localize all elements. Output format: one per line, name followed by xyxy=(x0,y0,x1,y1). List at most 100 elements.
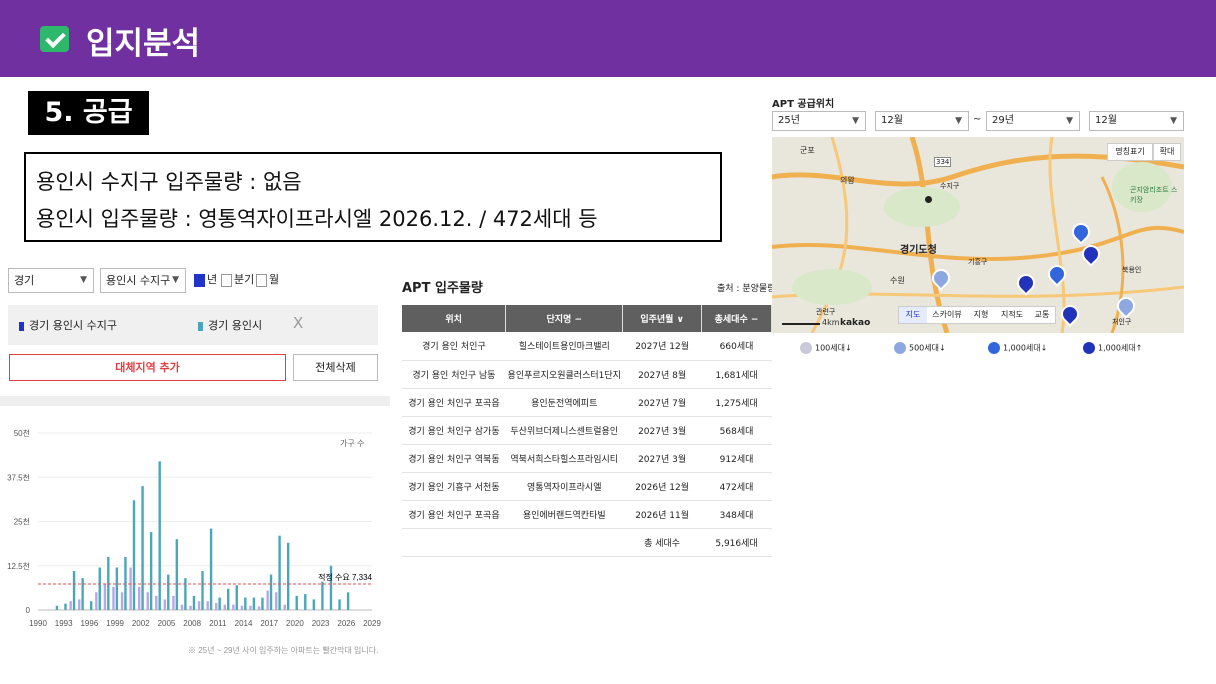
add-region-button[interactable]: 대체지역 추가 xyxy=(9,354,286,381)
table-row[interactable]: 경기 용인 처인구 역북동 역북서희스타힐스프라임시티 2027년 3월 912세대 xyxy=(402,444,772,473)
dropdown-arrow-icon: ▼ xyxy=(955,116,962,126)
legend-item-1000-more: 1,000세대↑ xyxy=(1083,342,1142,354)
to-month-select[interactable]: 12월 ▼ xyxy=(1089,111,1184,131)
bar xyxy=(249,605,252,610)
bar xyxy=(235,585,238,610)
bar xyxy=(172,595,175,610)
map-label-gov: 경기도청 xyxy=(900,245,937,256)
col-location[interactable]: 위치 xyxy=(402,305,507,332)
map-tab-terrain[interactable]: 지형 xyxy=(967,307,995,323)
to-year-select[interactable]: 29년 ▼ xyxy=(986,111,1080,131)
remove-tag-icon[interactable]: X xyxy=(293,314,303,332)
summary-line-2: 용인시 입주물량 : 영통역자이프라시엘 2026.12. / 472세대 등 xyxy=(36,207,598,231)
table-row[interactable]: 경기 용인 처인구 포곡읍 용인에버랜드역칸타빌 2026년 11월 348세대 xyxy=(402,500,772,529)
header-bar: 입지분석 xyxy=(0,0,1216,77)
table-cell: 용인푸르지오원클러스터1단지 xyxy=(505,360,623,389)
table-row[interactable]: 경기 용인 처인구 삼가동 두산위브더제니스센트럴용인 2027년 3월 568세대 xyxy=(402,416,772,445)
reference-label: 적정 수요 7,334 xyxy=(318,572,372,582)
region-select[interactable]: 경기 ▼ xyxy=(8,268,94,293)
table-cell xyxy=(505,528,623,557)
bar xyxy=(261,597,264,610)
table-cell: 2027년 8월 xyxy=(622,360,702,389)
x-tick-label: 2023 xyxy=(312,619,330,628)
y-tick-label: 37.5천 xyxy=(7,472,30,482)
bar xyxy=(244,597,247,610)
supply-map[interactable]: 군포 의왕 수지구 경기도청 수원 기흥구 처인구 관련구 북용인 곤지암리조트… xyxy=(772,137,1184,333)
map-tab-traffic[interactable]: 교통 xyxy=(1029,307,1055,323)
table-cell: 2027년 3월 xyxy=(622,444,702,473)
district-select[interactable]: 용인시 수지구 ▼ xyxy=(100,268,186,293)
district-value: 용인시 수지구 xyxy=(106,274,171,287)
bar xyxy=(278,535,281,610)
bar xyxy=(129,567,132,610)
bar xyxy=(252,597,256,610)
table-cell: 경기 용인 처인구 xyxy=(402,332,506,361)
table-row[interactable]: 경기 용인 처인구 포곡읍 용인둔전역에피트 2027년 7월 1,275세대 xyxy=(402,388,772,417)
bar xyxy=(124,556,127,610)
table-cell: 경기 용인 기흥구 서천동 xyxy=(402,472,506,501)
period-quarter-checkbox[interactable]: 분기 xyxy=(221,273,254,287)
map-tab-map[interactable]: 지도 xyxy=(899,307,927,323)
bar xyxy=(149,532,153,610)
checked-box-icon xyxy=(194,273,205,287)
table-cell xyxy=(402,528,506,557)
bar xyxy=(64,603,67,610)
from-month-select[interactable]: 12월 ▼ xyxy=(875,111,969,131)
bar xyxy=(167,574,170,610)
bar xyxy=(89,601,93,610)
show-names-button[interactable]: 명칭표기 xyxy=(1107,143,1153,161)
table-cell: 용인둔전역에피트 xyxy=(505,388,623,417)
col-date[interactable]: 입주년월 ∨ xyxy=(622,305,703,332)
table-cell: 568세대 xyxy=(701,416,772,445)
legend-label: 100세대↓ xyxy=(815,343,852,353)
to-month-value: 12월 xyxy=(1095,115,1117,126)
series-swatch-icon xyxy=(198,321,203,331)
table-cell: 경기 용인 처인구 삼가동 xyxy=(402,416,506,445)
compare-tag-2[interactable]: 경기 용인시 xyxy=(198,317,262,333)
map-pin-icon xyxy=(894,342,906,354)
table-cell: 1,275세대 xyxy=(701,388,772,417)
table-row[interactable]: 경기 용인 처인구 힐스테이트용인마크밸리 2027년 12월 660세대 xyxy=(402,332,772,361)
map-route-number: 334 xyxy=(934,157,952,167)
x-tick-label: 2011 xyxy=(209,619,227,628)
table-body: 경기 용인 처인구 힐스테이트용인마크밸리 2027년 12월 660세대 경기 용인 … xyxy=(402,332,772,557)
col-complex[interactable]: 단지명 − xyxy=(505,305,624,332)
table-cell: 역북서희스타힐스프라임시티 xyxy=(505,444,623,473)
map-label-suwon: 수원 xyxy=(890,276,905,285)
table-cell: 5,916세대 xyxy=(701,528,772,557)
table-row[interactable]: 경기 용인 처인구 남동 용인푸르지오원클러스터1단지 2027년 8월 1,681세… xyxy=(402,360,772,389)
table-cell: 2027년 12월 xyxy=(622,332,702,361)
section-label: 5. 공급 xyxy=(28,91,149,135)
bar xyxy=(209,528,213,610)
x-tick-label: 2026 xyxy=(337,619,355,628)
col-units[interactable]: 총세대수 − xyxy=(701,305,772,332)
table-row[interactable]: 경기 용인 기흥구 서천동 영통역자이프라시엘 2026년 12월 472세대 xyxy=(402,472,772,501)
bar xyxy=(95,592,98,610)
bar xyxy=(55,605,59,610)
map-center-dot xyxy=(925,196,932,203)
zoom-button[interactable]: 확대 xyxy=(1153,143,1181,161)
period-year-checkbox[interactable]: 년 xyxy=(194,273,217,287)
unchecked-box-icon xyxy=(256,273,267,287)
map-pin-icon xyxy=(1083,342,1095,354)
y-tick-label: 25천 xyxy=(14,517,30,527)
compare-tag-1[interactable]: 경기 용인시 수지구 xyxy=(19,317,117,333)
table-cell: 2027년 3월 xyxy=(622,416,702,445)
table-cell: 2026년 11월 xyxy=(622,500,702,529)
bar xyxy=(115,567,119,610)
period-month-checkbox[interactable]: 월 xyxy=(256,273,279,287)
park-area xyxy=(792,269,872,305)
bar xyxy=(107,556,110,610)
map-tab-skyview[interactable]: 스카이뷰 xyxy=(929,307,965,323)
map-label-gwanseon: 관련구 xyxy=(816,308,836,316)
unchecked-box-icon xyxy=(221,273,232,287)
bar xyxy=(163,599,167,610)
x-tick-label: 2020 xyxy=(286,619,304,628)
period-year-label: 년 xyxy=(207,273,218,286)
summary-line-1: 용인시 수지구 입주물량 : 없음 xyxy=(36,170,302,194)
map-tab-cadastral[interactable]: 지적도 xyxy=(997,307,1027,323)
table-cell: 경기 용인 처인구 포곡읍 xyxy=(402,500,506,529)
from-year-select[interactable]: 25년 ▼ xyxy=(772,111,866,131)
bar xyxy=(155,595,158,610)
delete-all-button[interactable]: 전체삭제 xyxy=(293,354,378,381)
